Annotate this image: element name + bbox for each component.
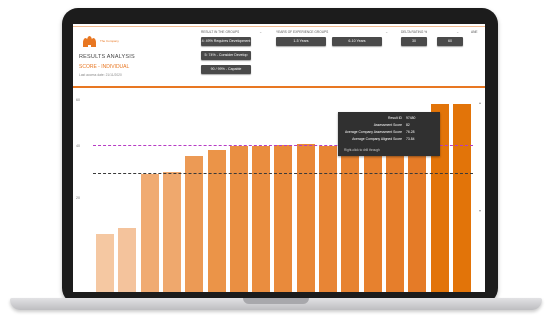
score-bar[interactable]	[363, 144, 382, 292]
last-update-date: Last access date: 21/11/2020	[79, 73, 122, 77]
tooltip-drill-hint: Right-click to drill through	[344, 148, 380, 152]
bar-tooltip: Result ID 97480 Assessment Score 82 Aver…	[338, 112, 440, 156]
header-divider	[73, 86, 485, 88]
filter-option-delta-60[interactable]: 60	[437, 37, 463, 46]
score-bar[interactable]	[319, 146, 337, 292]
filter-option-requires-development[interactable]: 4: 49% Requires Development	[201, 37, 251, 46]
score-bar-chart: 60 40 20 ▴ ▾ Result ID 97480 Assessment …	[73, 90, 485, 292]
score-bar[interactable]	[118, 228, 137, 292]
laptop-notch	[243, 298, 309, 304]
filter-menu-icon[interactable]: ⌄	[456, 29, 459, 34]
score-bar[interactable]	[162, 172, 181, 292]
company-average-line	[93, 173, 473, 174]
score-bar[interactable]	[96, 234, 114, 292]
score-bar[interactable]	[185, 156, 204, 292]
page-title: RESULTS ANALYSIS	[79, 54, 135, 60]
filter-label-extra: ANE	[471, 30, 478, 34]
score-bar[interactable]	[408, 143, 427, 292]
scroll-up-icon[interactable]: ▴	[479, 100, 481, 105]
score-bar[interactable]	[341, 148, 360, 292]
filter-option-capable[interactable]: 90 / 99% - Capable	[201, 65, 251, 74]
page-subtitle: SCORE - INDIVIDUAL	[79, 64, 130, 70]
score-bar[interactable]	[452, 104, 471, 292]
filter-menu-icon[interactable]: ⌄	[385, 29, 388, 34]
score-bar[interactable]	[140, 174, 159, 292]
logo-text: The Company	[100, 39, 119, 43]
company-logo: The Company	[83, 36, 122, 47]
score-bar[interactable]	[274, 145, 293, 292]
score-bar[interactable]	[252, 146, 271, 292]
logo-icon	[83, 36, 97, 47]
filter-label-experience: YEARS OF EXPERIENCE GROUPS	[276, 30, 329, 34]
laptop-screen: The Company RESULTS ANALYSIS SCORE - IND…	[73, 24, 485, 292]
filter-label-result-group: RESULT IN THE GROUPS	[201, 30, 240, 34]
filter-option-consider-develop[interactable]: 5: 74% - Consider Develop	[201, 51, 251, 60]
score-bar[interactable]	[296, 144, 315, 292]
score-bar[interactable]	[385, 144, 404, 292]
filter-menu-icon[interactable]: ⌄	[259, 29, 262, 34]
filter-option-delta-30[interactable]: 30	[401, 37, 427, 46]
filter-option-1-5-years[interactable]: 1-5 Years	[276, 37, 326, 46]
scroll-down-icon[interactable]: ▾	[479, 208, 481, 213]
report-header: The Company RESULTS ANALYSIS SCORE - IND…	[73, 24, 485, 88]
filter-option-6-10-years[interactable]: 6-10 Years	[332, 37, 382, 46]
score-bar[interactable]	[229, 146, 248, 292]
filter-label-delta: DELTA RATING %	[401, 30, 428, 34]
score-bar[interactable]	[207, 150, 226, 292]
